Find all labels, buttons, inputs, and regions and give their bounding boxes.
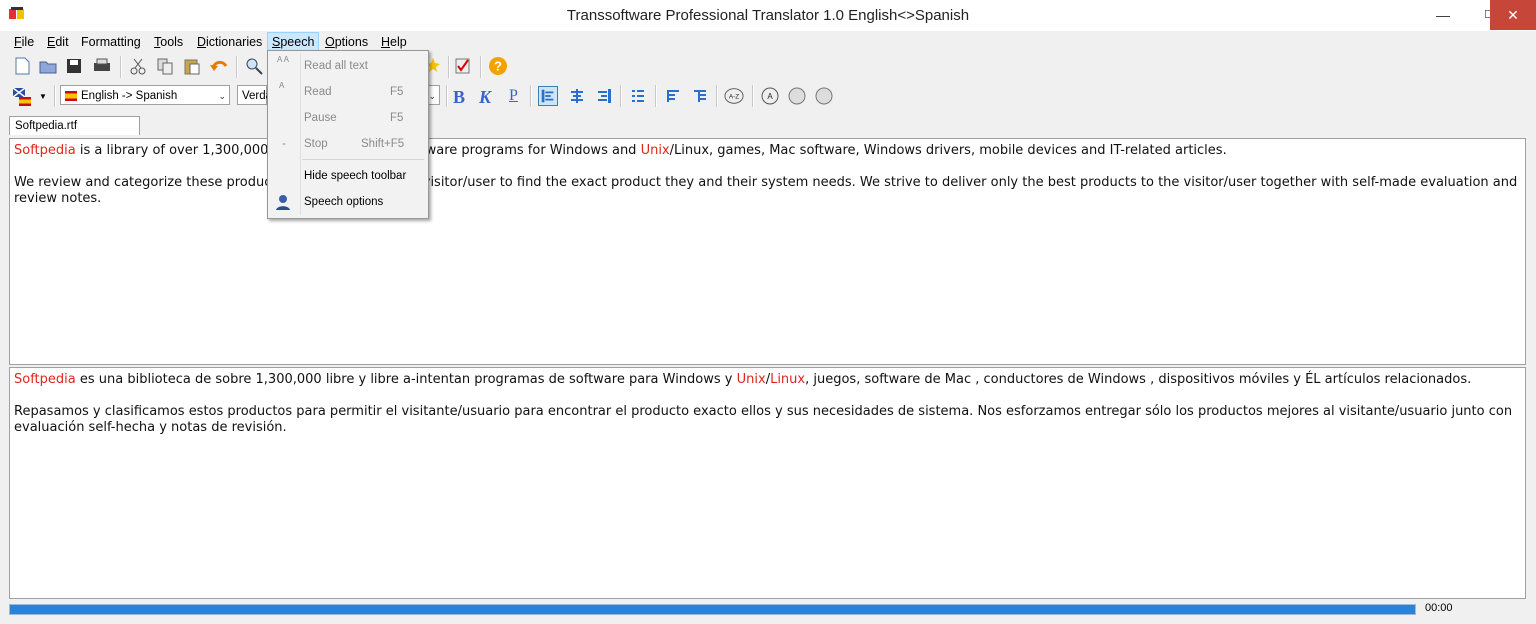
tab-document[interactable]: Softpedia.rtf [ENG>SPA]	[9, 116, 140, 151]
menu-bar: File Edit Formatting Tools Dictionaries …	[0, 31, 1536, 52]
chevron-down-icon: ⌄	[218, 91, 226, 101]
find-icon[interactable]	[244, 56, 264, 76]
time-readout: 00:00	[1425, 602, 1453, 614]
close-button[interactable]: ✕	[1490, 0, 1536, 30]
menu-edit[interactable]: Edit	[43, 33, 73, 51]
source-text-pane[interactable]: Softpedia is a library of over 1,300,000…	[9, 138, 1526, 365]
stop-speech-icon[interactable]	[814, 86, 834, 106]
target-text-pane[interactable]: Softpedia es una biblioteca de sobre 1,3…	[9, 367, 1526, 599]
indent-increase-icon[interactable]	[690, 86, 710, 106]
align-left-icon	[541, 89, 554, 103]
help-icon[interactable]: ?	[488, 56, 508, 76]
language-flag-icon[interactable]	[12, 87, 32, 107]
open-folder-icon[interactable]	[38, 56, 58, 76]
menu-formatting[interactable]: Formatting	[77, 33, 145, 51]
menu-read-all-text[interactable]: A A Read all text	[268, 54, 428, 78]
svg-text:?: ?	[494, 59, 502, 74]
chevron-down-icon: ⌄	[428, 91, 436, 101]
read-icon: A	[279, 81, 285, 90]
main-toolbar: ?	[0, 53, 1536, 81]
menu-tools[interactable]: Tools	[150, 33, 187, 51]
minimize-button[interactable]: —	[1420, 0, 1466, 30]
highlighted-word: Softpedia	[14, 143, 76, 158]
menu-dictionaries[interactable]: Dictionaries	[193, 33, 266, 51]
align-center-icon[interactable]	[567, 86, 587, 106]
align-left-button[interactable]	[538, 86, 558, 106]
highlighted-word: Softpedia	[14, 372, 76, 387]
new-document-icon[interactable]	[12, 56, 32, 76]
italic-button[interactable]: K	[479, 87, 491, 108]
menu-speech-options[interactable]: Speech options	[268, 190, 428, 214]
save-icon[interactable]	[64, 56, 84, 76]
status-bar: 00:00	[0, 600, 1536, 624]
window-title: Transsoftware Professional Translator 1.…	[566, 7, 970, 24]
stop-dash-icon: -	[282, 138, 286, 150]
print-icon[interactable]	[92, 56, 112, 76]
menu-read[interactable]: A Read F5	[268, 80, 428, 104]
menu-help[interactable]: Help	[377, 33, 411, 51]
target-paragraph-2: Repasamos y clasificamos estos productos…	[14, 404, 1513, 435]
bullet-list-icon[interactable]	[628, 86, 648, 106]
bold-button[interactable]: B	[453, 87, 465, 108]
spellcheck-icon[interactable]	[453, 56, 473, 76]
spain-flag-icon	[65, 90, 77, 101]
title-bar: Transsoftware Professional Translator 1.…	[0, 0, 1536, 31]
undo-icon[interactable]	[209, 56, 229, 76]
source-paragraph-2: We review and categorize these products …	[14, 175, 1518, 206]
flag-dropdown-icon[interactable]: ▼	[39, 92, 47, 101]
read-all-icon: A A	[277, 55, 290, 64]
speak-icon[interactable]: A	[760, 86, 780, 106]
menu-pause[interactable]: Pause F5	[268, 106, 428, 130]
paste-icon[interactable]	[182, 56, 202, 76]
format-toolbar: ▼ English -> Spanish ⌄ Verda ⌄ B K P A-Z…	[0, 84, 1536, 112]
menu-speech[interactable]: Speech	[267, 32, 320, 52]
font-select[interactable]: Verda	[237, 85, 272, 105]
svg-text:A-Z: A-Z	[729, 94, 739, 101]
pause-speech-icon[interactable]	[787, 86, 807, 106]
progress-bar	[9, 604, 1416, 615]
menu-stop[interactable]: - Stop Shift+F5	[268, 132, 428, 156]
copy-icon[interactable]	[155, 56, 175, 76]
menu-file[interactable]: File	[10, 33, 38, 51]
sort-az-icon[interactable]: A-Z	[724, 86, 744, 106]
menu-hide-speech-toolbar[interactable]: Hide speech toolbar	[268, 164, 428, 188]
indent-decrease-icon[interactable]	[663, 86, 683, 106]
direction-select[interactable]: English -> Spanish ⌄	[60, 85, 230, 105]
underline-button[interactable]: P	[509, 87, 518, 105]
menu-options[interactable]: Options	[321, 33, 372, 51]
speech-person-icon	[276, 195, 290, 210]
svg-text:A: A	[767, 92, 773, 101]
align-right-icon[interactable]	[594, 86, 614, 106]
cut-icon[interactable]	[128, 56, 148, 76]
speech-menu: A A Read all text A Read F5 Pause F5 - Sto…	[267, 50, 429, 219]
